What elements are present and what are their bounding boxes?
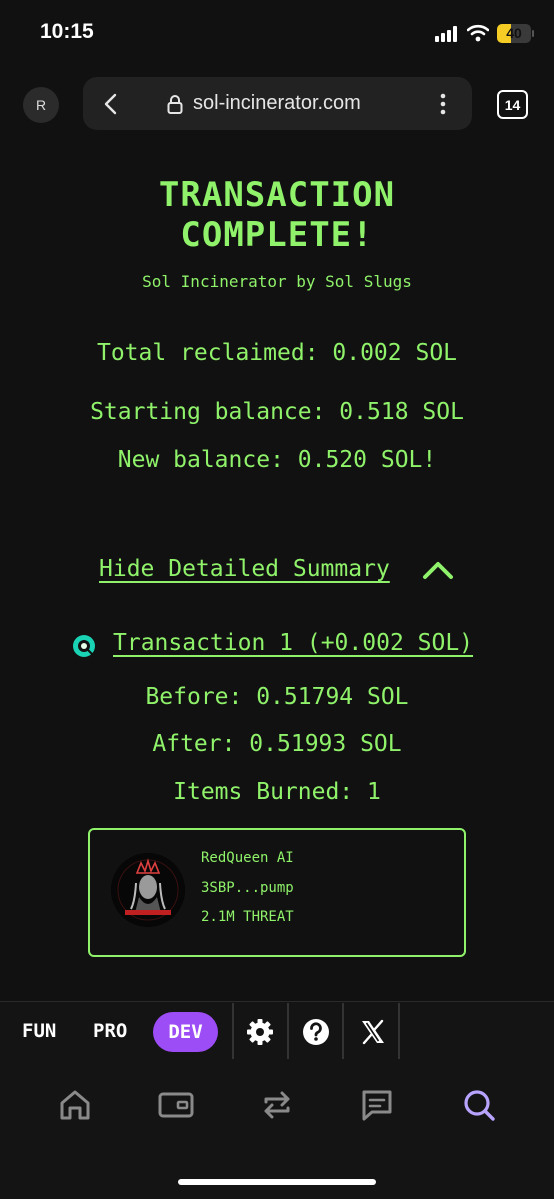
toolbar-divider (342, 1003, 344, 1059)
toolbar-divider (232, 1003, 234, 1059)
search-icon[interactable] (460, 1086, 498, 1124)
balance-after: After: 0.51993 SOL (152, 731, 402, 757)
status-time: 10:15 (40, 20, 94, 43)
battery-icon: 40 (497, 24, 531, 43)
chat-icon[interactable] (358, 1086, 396, 1124)
token-amount: 2.1M THREAT (201, 909, 294, 925)
help-icon[interactable] (301, 1017, 331, 1047)
new-balance: New balance: 0.520 SOL! (117, 447, 437, 473)
app-toolbar (0, 1001, 554, 1061)
page-subtitle: Sol Incinerator by Sol Slugs (142, 272, 412, 291)
tabs-button[interactable]: 14 (497, 90, 528, 119)
page-title-line2: COMPLETE! (180, 215, 374, 255)
balance-before: Before: 0.51794 SOL (145, 684, 409, 710)
signal-icon (435, 26, 459, 42)
transaction-link[interactable]: Transaction 1 (+0.002 SOL) (113, 630, 473, 656)
items-burned: Items Burned: 1 (173, 779, 381, 805)
page-title-line1: TRANSACTION (158, 175, 396, 215)
home-indicator (178, 1179, 376, 1185)
back-icon[interactable] (101, 93, 121, 115)
url-text[interactable]: sol-incinerator.com (193, 92, 361, 115)
dev-mode-button[interactable]: DEV (153, 1012, 218, 1052)
token-name: RedQueen AI (201, 850, 294, 866)
transaction-icon (73, 635, 95, 657)
x-icon[interactable] (358, 1017, 388, 1047)
profile-avatar[interactable]: R (23, 87, 59, 123)
status-bar: 10:15 40 (0, 0, 554, 68)
starting-balance: Starting balance: 0.518 SOL (90, 399, 464, 425)
gear-icon[interactable] (245, 1017, 275, 1047)
chevron-up-icon[interactable] (421, 558, 455, 582)
wifi-icon (467, 24, 489, 42)
battery-cap (532, 30, 534, 37)
token-address: 3SBP...pump (201, 880, 294, 896)
fun-mode-button[interactable]: FUN (22, 1020, 56, 1042)
more-icon[interactable] (437, 92, 449, 116)
total-reclaimed: Total reclaimed: 0.002 SOL (96, 340, 458, 366)
toolbar-divider (398, 1003, 400, 1059)
lock-icon (167, 95, 183, 114)
hide-summary-link[interactable]: Hide Detailed Summary (99, 556, 390, 582)
battery-level: 40 (506, 25, 522, 41)
wallet-icon[interactable] (157, 1086, 195, 1124)
pro-mode-button[interactable]: PRO (93, 1020, 127, 1042)
toolbar-divider (287, 1003, 289, 1059)
home-icon[interactable] (56, 1086, 94, 1124)
swap-icon[interactable] (258, 1086, 296, 1124)
token-logo (111, 853, 185, 927)
